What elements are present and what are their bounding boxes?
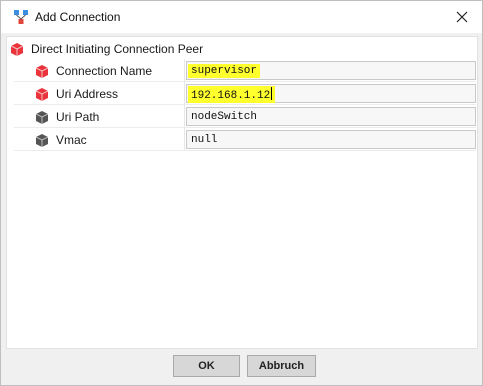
button-bar: OK Abbruch xyxy=(1,349,482,385)
field-value: 192.168.1.12 xyxy=(188,86,276,103)
field-text: 192.168.1.12 xyxy=(191,90,271,102)
connection-name-field[interactable]: supervisor xyxy=(186,61,476,80)
property-name: Vmac xyxy=(56,133,87,147)
dialog-title: Add Connection xyxy=(35,10,121,24)
property-row-vmac: Vmac null xyxy=(14,128,476,151)
property-name: Uri Path xyxy=(56,110,100,124)
close-button[interactable] xyxy=(442,1,482,33)
property-name: Connection Name xyxy=(56,64,153,78)
red-cube-icon xyxy=(10,43,24,56)
field-value: supervisor xyxy=(188,64,261,78)
cancel-button[interactable]: Abbruch xyxy=(247,355,316,377)
property-row-connection-name: Connection Name supervisor xyxy=(14,59,476,82)
gray-cube-icon xyxy=(35,111,49,124)
gray-cube-icon xyxy=(35,134,49,147)
network-connection-icon xyxy=(14,10,28,24)
red-cube-icon xyxy=(35,65,49,78)
text-cursor xyxy=(271,87,273,100)
property-sheet: Direct Initiating Connection Peer Connec… xyxy=(6,36,478,349)
group-label: Direct Initiating Connection Peer xyxy=(31,42,204,56)
field-value: null xyxy=(191,134,218,146)
uri-path-field[interactable]: nodeSwitch xyxy=(186,107,476,126)
add-connection-dialog: Add Connection Direct Initiating Connect… xyxy=(0,0,483,386)
property-row-uri-address: Uri Address 192.168.1.12 xyxy=(14,82,476,105)
property-row-uri-path: Uri Path nodeSwitch xyxy=(14,105,476,128)
red-cube-icon xyxy=(35,88,49,101)
vmac-field[interactable]: null xyxy=(186,130,476,149)
group-header[interactable]: Direct Initiating Connection Peer xyxy=(9,40,203,58)
ok-button[interactable]: OK xyxy=(173,355,240,377)
property-name: Uri Address xyxy=(56,87,119,101)
close-icon xyxy=(456,11,468,23)
title-bar: Add Connection xyxy=(1,1,482,33)
uri-address-field[interactable]: 192.168.1.12 xyxy=(186,84,476,103)
field-value: nodeSwitch xyxy=(191,111,258,123)
